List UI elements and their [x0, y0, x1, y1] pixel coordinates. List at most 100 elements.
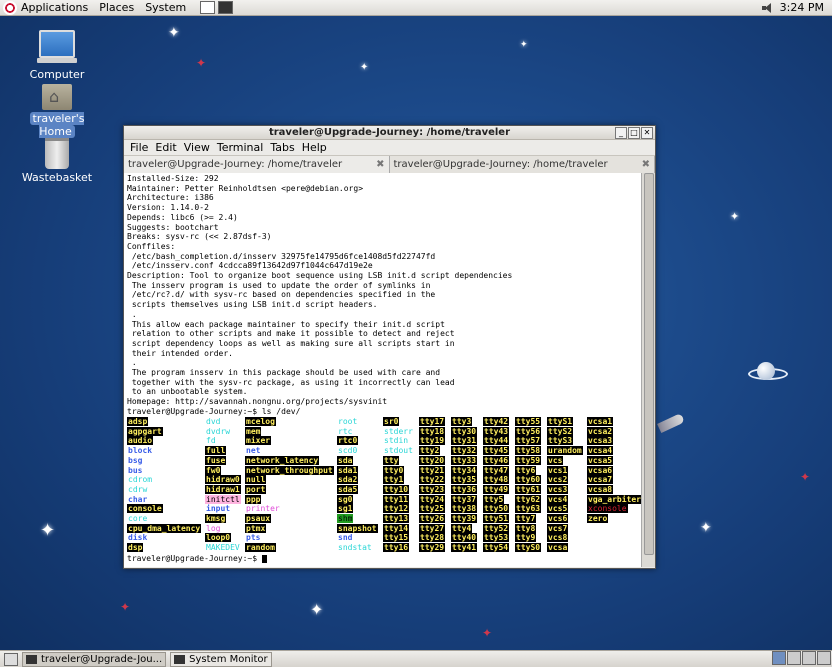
dev-entry: cdrom: [128, 475, 153, 485]
taskbar-item-system-monitor[interactable]: System Monitor: [170, 651, 272, 667]
dev-entry: tty42: [483, 417, 510, 426]
dev-entry: shm: [337, 514, 354, 523]
dev-entry: kmsg: [205, 514, 227, 523]
dev-entry: tty37: [451, 494, 478, 504]
dev-entry: tty47: [483, 465, 510, 475]
dev-entry: fd: [206, 436, 216, 446]
star-decoration: ✦: [520, 40, 528, 50]
wastebasket-icon: [45, 138, 69, 169]
dev-entry: tty20: [419, 455, 446, 465]
dev-entry: adsp: [127, 417, 149, 426]
menu-tabs[interactable]: Tabs: [270, 141, 294, 154]
star-decoration: ✦: [700, 520, 712, 536]
dev-entry: tty23: [419, 484, 446, 494]
dev-entry: printer: [246, 504, 280, 514]
dev-entry: tty41: [451, 543, 478, 553]
volume-icon[interactable]: [761, 2, 774, 13]
dev-entry: tty2: [419, 446, 441, 456]
vertical-scrollbar[interactable]: [641, 173, 655, 567]
menu-view[interactable]: View: [184, 141, 210, 154]
workspace-3[interactable]: [802, 651, 816, 665]
minimize-button[interactable]: _: [615, 127, 627, 139]
dev-entry: tty6: [515, 465, 537, 475]
dev-entry: tty17: [419, 417, 446, 426]
menu-file[interactable]: File: [130, 141, 148, 154]
dev-entry: dvdrw: [206, 426, 231, 436]
applications-menu[interactable]: Applications: [21, 1, 88, 14]
menu-terminal[interactable]: Terminal: [217, 141, 264, 154]
dev-entry: network_throughput: [245, 465, 334, 475]
dev-entry: ttyS1: [547, 417, 574, 426]
dev-entry: tty34: [451, 465, 478, 475]
taskbar-item-terminal[interactable]: traveler@Upgrade-Jou...: [22, 651, 167, 667]
dev-entry: tty29: [419, 543, 446, 553]
dev-entry: mixer: [245, 436, 272, 446]
dev-entry: block: [128, 446, 153, 456]
dev-entry: null: [245, 475, 267, 485]
dev-entry: full: [205, 446, 227, 456]
dev-entry: tty36: [451, 484, 478, 494]
debian-logo-icon[interactable]: [3, 0, 17, 15]
dev-entry: stderr: [384, 426, 413, 436]
tab-close-icon[interactable]: ✖: [376, 159, 384, 170]
dev-entry: tty27: [419, 523, 446, 533]
show-desktop-button[interactable]: [4, 652, 18, 666]
dev-entry: sda2: [337, 475, 359, 485]
dev-entry: tty5: [483, 494, 505, 504]
text-editor-launcher-icon[interactable]: [200, 1, 216, 14]
dev-entry: vcsa2: [587, 426, 614, 436]
places-menu[interactable]: Places: [99, 1, 134, 14]
terminal-window[interactable]: traveler@Upgrade-Journey: /home/traveler…: [123, 125, 656, 569]
close-button[interactable]: ✕: [641, 127, 653, 139]
clock[interactable]: 3:24 PM: [780, 1, 824, 14]
dev-entry: stdout: [384, 446, 413, 456]
workspace-1[interactable]: [772, 651, 786, 665]
dev-entry: char: [128, 494, 148, 504]
terminal-output[interactable]: Installed-Size: 292 Maintainer: Petter R…: [124, 173, 641, 567]
dev-entry: hidraw0: [205, 475, 241, 485]
dev-entry: tty3: [451, 417, 473, 426]
dev-entry: vcsa4: [587, 446, 614, 456]
tab-terminal-2[interactable]: traveler@Upgrade-Journey: /home/traveler…: [389, 156, 655, 173]
dev-entry: vcs1: [547, 465, 569, 475]
menubar: File Edit View Terminal Tabs Help: [124, 140, 655, 156]
dev-entry: input: [206, 504, 231, 514]
desktop-icon-computer[interactable]: Computer: [17, 30, 97, 81]
shell-prompt: traveler@Upgrade-Journey:~$: [127, 554, 267, 564]
terminal-launcher-icon[interactable]: [218, 1, 234, 14]
dev-entry: tty62: [515, 494, 542, 504]
system-menu[interactable]: System: [145, 1, 186, 14]
dev-entry: tty33: [451, 455, 478, 465]
dev-entry: vcs6: [547, 514, 569, 523]
menu-help[interactable]: Help: [302, 141, 327, 154]
desktop-icon-wastebasket[interactable]: Wastebasket: [17, 138, 97, 184]
maximize-button[interactable]: □: [628, 127, 640, 139]
star-decoration: ✦: [120, 600, 131, 614]
tab-label: traveler@Upgrade-Journey: /home/traveler: [393, 159, 608, 170]
dev-entry: stdin: [384, 436, 409, 446]
tab-terminal-1[interactable]: traveler@Upgrade-Journey: /home/traveler…: [124, 156, 390, 173]
dev-entry: vcs4: [547, 494, 569, 504]
menu-edit[interactable]: Edit: [155, 141, 176, 154]
dev-entry: tty50: [483, 504, 510, 514]
tab-close-icon[interactable]: ✖: [642, 159, 650, 170]
desktop-icon-home[interactable]: traveler's Home: [17, 84, 97, 138]
scrollbar-thumb[interactable]: [644, 173, 654, 555]
dev-entry: vcs8: [547, 533, 569, 543]
workspace-4[interactable]: [817, 651, 831, 665]
dev-entry: snd: [338, 533, 353, 543]
dev-entry: tty25: [419, 504, 446, 514]
planet-decoration: [748, 362, 788, 382]
dev-entry: fuse: [205, 455, 227, 465]
workspace-2[interactable]: [787, 651, 801, 665]
dev-entry: dsp: [127, 543, 144, 553]
dev-entry: tty22: [419, 475, 446, 485]
dev-entry: tty1: [383, 475, 405, 485]
ls-listing: adsp agpgart audio block bsg bus cdrom cdrw char…: [127, 417, 641, 557]
dev-entry: vcs: [547, 455, 564, 465]
window-titlebar[interactable]: traveler@Upgrade-Journey: /home/traveler…: [124, 126, 655, 140]
dev-entry: MAKEDEV: [206, 543, 240, 553]
dev-entry: tty15: [383, 533, 410, 543]
dev-entry: vcsa5: [587, 455, 614, 465]
star-decoration: ✦: [40, 520, 56, 541]
